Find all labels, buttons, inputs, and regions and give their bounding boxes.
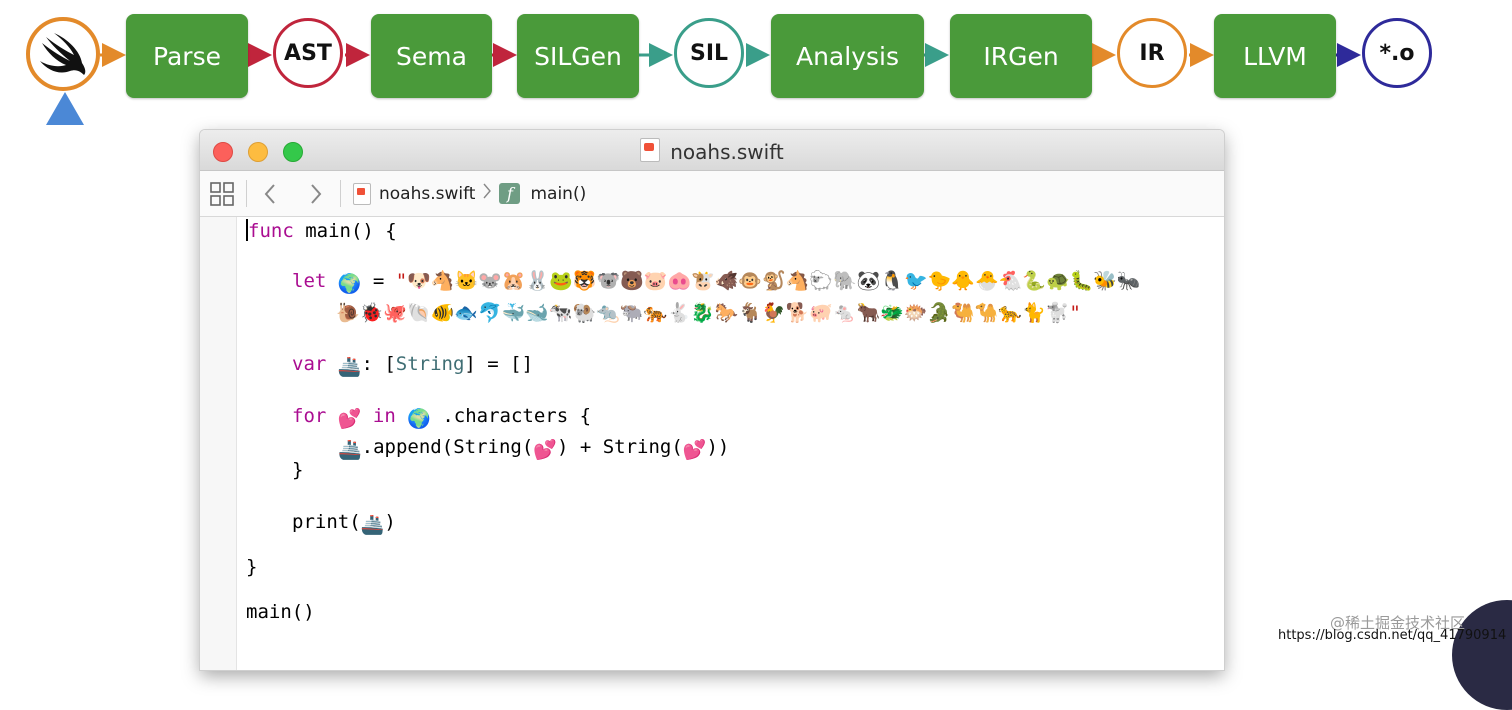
title-bar: noahs.swift <box>200 130 1224 171</box>
stage-sil: SIL <box>674 18 744 88</box>
code-line: 🐌🐞🐙🐚🐠🐟🐬🐳🐋🐄🐏🐀🐃🐅🐇🐉🐎🐐🐓🐕🐖🐁🐂🐲🐡🐊🐫🐪🐆🐈🐩" <box>336 301 1081 324</box>
stage-irgen: IRGen <box>950 14 1092 98</box>
breadcrumb: noahs.swift f main() <box>353 171 586 216</box>
breadcrumb-symbol[interactable]: main() <box>530 184 586 204</box>
animals-string-cont: 🐌🐞🐙🐚🐠🐟🐬🐳🐋🐄🐏🐀🐃🐅🐇🐉🐎🐐🐓🐕🐖🐁🐂🐲🐡🐊🐫🐪🐆🐈🐩" <box>336 302 1081 324</box>
code-line: func main() { <box>246 219 397 242</box>
stage-sema: Sema <box>371 14 492 98</box>
window-title-text: noahs.swift <box>670 140 784 164</box>
jump-bar: noahs.swift f main() <box>200 171 1224 217</box>
stage-ir: IR <box>1117 18 1187 88</box>
window-title: noahs.swift <box>200 138 1224 164</box>
stage-object-file: *.o <box>1362 18 1432 88</box>
code-line: } <box>246 556 258 578</box>
line-gutter <box>200 217 237 670</box>
stage-ast: AST <box>273 18 343 88</box>
watermark-url: https://blog.csdn.net/qq_41790914 <box>1278 628 1507 643</box>
jumpbar-divider <box>340 180 341 207</box>
stage-silgen: SILGen <box>517 14 639 98</box>
grid-icon[interactable] <box>210 171 234 216</box>
earth-emoji: 🌍 <box>407 408 431 430</box>
boat-emoji: 🚢 <box>360 514 385 536</box>
current-stage-marker-icon <box>46 92 84 125</box>
back-arrow-icon[interactable] <box>262 171 278 216</box>
code-editor[interactable]: func main() { let 🌍 = "🐶🐴🐱🐭🐹🐰🐸🐯🐨🐻🐷🐽🐮🐗🐵🐒🐴… <box>200 217 1224 670</box>
swift-file-icon <box>640 138 661 162</box>
code-line: for 💕 in 🌍 .characters { <box>292 405 592 430</box>
function-icon: f <box>499 183 521 204</box>
code-line: let 🌍 = "🐶🐴🐱🐭🐹🐰🐸🐯🐨🐻🐷🐽🐮🐗🐵🐒🐴🐑🐘🐼🐧🐦🐤🐥🐣🐔🐍🐢🐛🐝🐜 <box>292 270 1141 295</box>
stage-analysis: Analysis <box>771 14 924 98</box>
swift-logo-icon <box>26 17 100 91</box>
breadcrumb-file[interactable]: noahs.swift <box>379 184 475 204</box>
forward-arrow-icon[interactable] <box>308 171 324 216</box>
code-line: var 🚢: [String] = [] <box>292 353 534 378</box>
animals-string: "🐶🐴🐱🐭🐹🐰🐸🐯🐨🐻🐷🐽🐮🐗🐵🐒🐴🐑🐘🐼🐧🐦🐤🐥🐣🐔🐍🐢🐛🐝🐜 <box>395 270 1141 292</box>
compiler-pipeline: Parse AST Sema SILGen SIL Analysis IRGen… <box>0 0 1512 128</box>
jumpbar-divider <box>246 180 247 207</box>
hearts-emoji: 💕 <box>337 408 362 430</box>
stage-llvm: LLVM <box>1214 14 1336 98</box>
code-line: 🚢.append(String(💕) + String(💕)) <box>338 436 730 461</box>
code-line: main() <box>246 601 315 623</box>
earth-emoji: 🌍 <box>337 273 362 295</box>
stage-parse: Parse <box>126 14 248 98</box>
hearts-emoji: 💕 <box>682 439 707 461</box>
swift-file-icon <box>353 182 371 205</box>
editor-window: noahs.swift noahs.swift f main() func ma… <box>200 130 1224 670</box>
hearts-emoji: 💕 <box>533 439 557 461</box>
code-line: print(🚢) <box>292 511 396 536</box>
boat-emoji: 🚢 <box>338 439 362 461</box>
boat-emoji: 🚢 <box>337 356 362 378</box>
chevron-right-icon <box>483 182 492 205</box>
code-line: } <box>292 459 304 481</box>
